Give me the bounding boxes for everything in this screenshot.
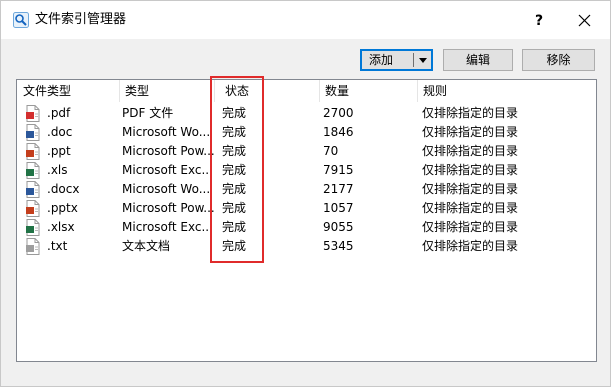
column-separator[interactable]	[214, 80, 215, 102]
txt-file-icon	[26, 238, 40, 255]
search-magnifier-icon	[13, 12, 29, 28]
cell-rule: 仅排除指定的目录	[422, 144, 519, 158]
cell-extension: .xls	[47, 163, 68, 177]
table-row[interactable]: .ppt Microsoft Pow... 完成 70 仅排除指定的目录	[17, 142, 596, 161]
docx-file-icon	[26, 181, 40, 198]
cell-extension: .ppt	[47, 144, 71, 158]
cell-count: 7915	[323, 163, 354, 177]
doc-file-icon	[26, 124, 40, 141]
cell-rule: 仅排除指定的目录	[422, 125, 519, 139]
cell-status: 完成	[222, 239, 247, 253]
cell-extension: .docx	[47, 182, 80, 196]
table-row[interactable]: .doc Microsoft Wo... 完成 1846 仅排除指定的目录	[17, 123, 596, 142]
file-index-manager-window: 文件索引管理器 ? 添加 编辑 移除 文件类型 类型 状态 数量 规则 .pdf…	[0, 0, 611, 387]
cell-rule: 仅排除指定的目录	[422, 220, 519, 234]
cell-type: Microsoft Exc...	[122, 163, 213, 177]
cell-extension: .xlsx	[47, 220, 75, 234]
cell-status: 完成	[222, 125, 247, 139]
remove-button[interactable]: 移除	[522, 49, 595, 71]
cell-rule: 仅排除指定的目录	[422, 106, 519, 120]
table-row[interactable]: .xls Microsoft Exc... 完成 7915 仅排除指定的目录	[17, 161, 596, 180]
add-button-label: 添加	[369, 53, 394, 67]
cell-type: 文本文档	[122, 239, 171, 253]
cell-count: 70	[323, 144, 339, 158]
xlsx-file-icon	[26, 219, 40, 236]
cell-count: 5345	[323, 239, 354, 253]
cell-type: Microsoft Wo...	[122, 125, 211, 139]
cell-rule: 仅排除指定的目录	[422, 182, 519, 196]
cell-status: 完成	[222, 220, 247, 234]
list-header: 文件类型 类型 状态 数量 规则	[17, 80, 596, 102]
column-header-count[interactable]: 数量	[319, 80, 417, 102]
cell-rule: 仅排除指定的目录	[422, 163, 519, 177]
help-button[interactable]: ?	[527, 10, 551, 32]
cell-type: Microsoft Pow...	[122, 201, 214, 215]
table-row[interactable]: .txt 文本文档 完成 5345 仅排除指定的目录	[17, 237, 596, 256]
cell-status: 完成	[222, 106, 247, 120]
pdf-file-icon	[26, 105, 40, 122]
table-row[interactable]: .docx Microsoft Wo... 完成 2177 仅排除指定的目录	[17, 180, 596, 199]
cell-count: 2177	[323, 182, 354, 196]
edit-button[interactable]: 编辑	[443, 49, 513, 71]
cell-status: 完成	[222, 182, 247, 196]
cell-status: 完成	[222, 163, 247, 177]
column-header-file-type[interactable]: 文件类型	[17, 80, 119, 102]
cell-status: 完成	[222, 201, 247, 215]
cell-type: Microsoft Exc...	[122, 220, 213, 234]
cell-rule: 仅排除指定的目录	[422, 239, 519, 253]
close-icon	[578, 14, 590, 27]
table-row[interactable]: .pptx Microsoft Pow... 完成 1057 仅排除指定的目录	[17, 199, 596, 218]
dropdown-arrow-icon[interactable]	[419, 58, 427, 63]
cell-extension: .pptx	[47, 201, 78, 215]
cell-count: 2700	[323, 106, 354, 120]
column-header-rule[interactable]: 规则	[417, 80, 596, 102]
pptx-file-icon	[26, 200, 40, 217]
file-type-list[interactable]: 文件类型 类型 状态 数量 规则 .pdf PDF 文件 完成 2700 仅排除指定的目…	[16, 79, 597, 362]
table-row[interactable]: .pdf PDF 文件 完成 2700 仅排除指定的目录	[17, 104, 596, 123]
cell-status: 完成	[222, 144, 247, 158]
cell-rule: 仅排除指定的目录	[422, 201, 519, 215]
split-divider	[413, 53, 414, 67]
cell-type: Microsoft Pow...	[122, 144, 214, 158]
cell-count: 9055	[323, 220, 354, 234]
add-dropdown-button[interactable]: 添加	[360, 49, 433, 71]
table-row[interactable]: .xlsx Microsoft Exc... 完成 9055 仅排除指定的目录	[17, 218, 596, 237]
cell-extension: .pdf	[47, 106, 71, 120]
window-title: 文件索引管理器	[35, 12, 127, 27]
cell-type: PDF 文件	[122, 106, 174, 120]
ppt-file-icon	[26, 143, 40, 160]
xls-file-icon	[26, 162, 40, 179]
cell-count: 1057	[323, 201, 354, 215]
close-button[interactable]	[571, 9, 597, 33]
cell-count: 1846	[323, 125, 354, 139]
cell-type: Microsoft Wo...	[122, 182, 211, 196]
title-bar[interactable]: 文件索引管理器 ?	[1, 1, 610, 39]
column-header-status[interactable]: 状态	[219, 80, 319, 102]
column-header-type[interactable]: 类型	[119, 80, 214, 102]
cell-extension: .txt	[47, 239, 68, 253]
cell-extension: .doc	[47, 125, 73, 139]
